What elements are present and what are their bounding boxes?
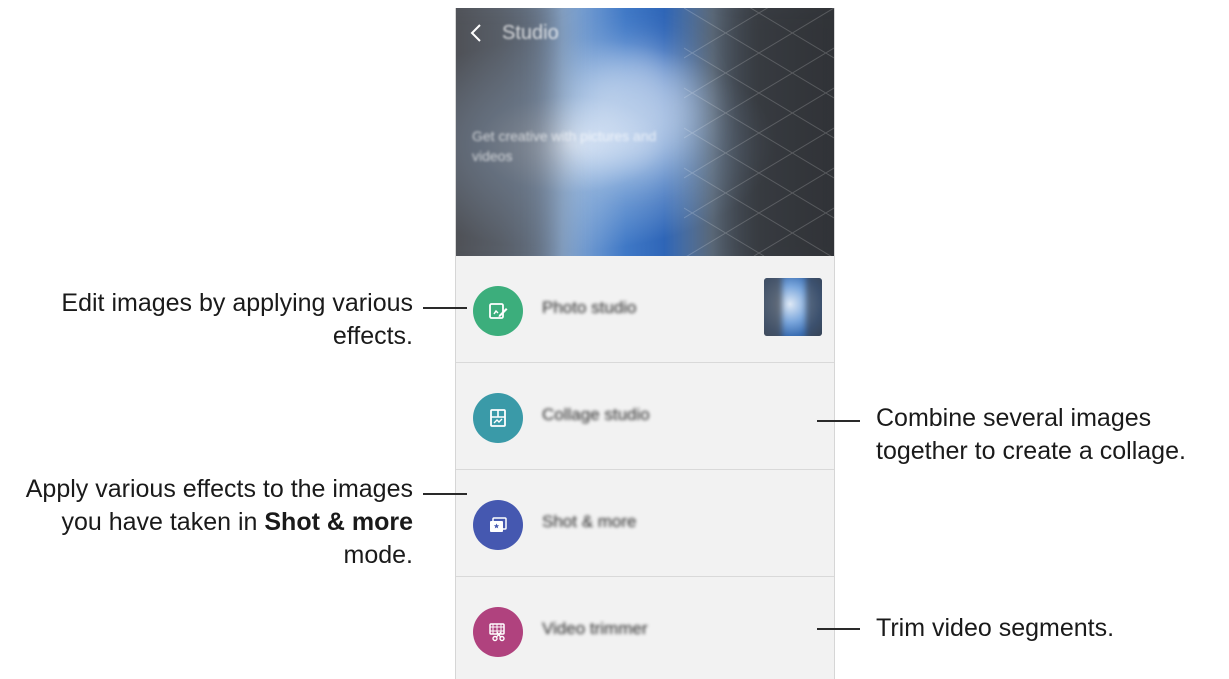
list-item-label: Collage studio — [542, 405, 650, 424]
leader-line-video — [817, 628, 860, 630]
leader-line-shot — [423, 493, 467, 495]
header-banner: Studio Get creative with pictures and vi… — [456, 8, 834, 256]
annotation-collage-studio: Combine several images together to creat… — [876, 402, 1226, 468]
list-item-label: Photo studio — [542, 298, 637, 317]
list-item-shot-more[interactable]: Shot & more — [456, 470, 834, 577]
leader-line-photo — [423, 307, 467, 309]
list-item-label: Video trimmer — [542, 619, 648, 638]
annotation-text: Combine several images together to creat… — [876, 404, 1186, 465]
annotation-bold-mode: Shot & more — [264, 508, 413, 536]
back-chevron-icon[interactable] — [466, 22, 488, 44]
annotation-shot-more: Apply various effects to the images you … — [0, 473, 413, 572]
collage-icon — [473, 393, 523, 443]
studio-list: Photo studio Collage studio Shot & more … — [456, 256, 834, 679]
shot-more-icon — [473, 500, 523, 550]
phone-screen: Studio Get creative with pictures and vi… — [455, 8, 835, 679]
annotation-text: Trim video segments. — [876, 614, 1115, 642]
annotation-video-trimmer: Trim video segments. — [876, 612, 1226, 645]
video-trim-icon — [473, 607, 523, 657]
annotation-photo-studio: Edit images by applying various effects. — [0, 287, 413, 353]
photo-edit-icon — [473, 286, 523, 336]
page-title: Studio — [502, 22, 559, 44]
list-item-collage-studio[interactable]: Collage studio — [456, 363, 834, 470]
list-item-label: Shot & more — [542, 512, 637, 531]
list-item-video-trimmer[interactable]: Video trimmer — [456, 577, 834, 679]
photo-thumbnail — [764, 278, 822, 336]
list-item-photo-studio[interactable]: Photo studio — [456, 256, 834, 363]
banner-tagline: Get creative with pictures and videos — [472, 128, 657, 164]
annotation-text: Edit images by applying various effects. — [61, 289, 413, 350]
leader-line-collage — [817, 420, 860, 422]
banner-grid-pattern — [684, 8, 834, 256]
annotation-text-end: mode. — [343, 541, 413, 569]
